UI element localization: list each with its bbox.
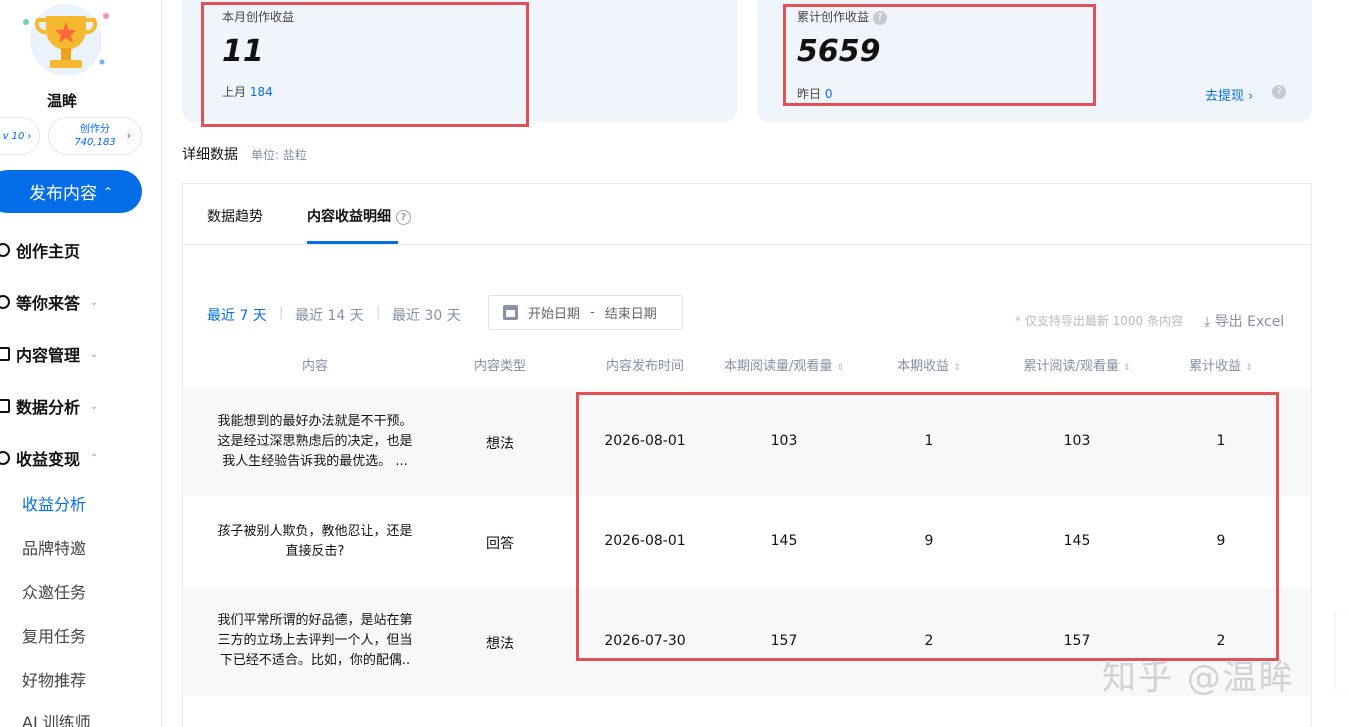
- chevron-right-icon: ›: [1248, 89, 1254, 104]
- username: 温眸: [46, 92, 77, 110]
- nav-label: 收益变现: [16, 450, 81, 469]
- chevron-down-icon: ⌄: [90, 296, 99, 308]
- sub-income-analysis[interactable]: 收益分析: [22, 491, 86, 515]
- chevron-down-icon: ⌄: [90, 348, 99, 360]
- row-type: 想法: [486, 636, 514, 652]
- row-content[interactable]: 我们平常所谓的好品德，是站在第 三方的立场上去评判一个人，但当 下已经不适合。比…: [207, 611, 423, 671]
- user-icon: [0, 243, 10, 257]
- detail-unit: 单位: 盐粒: [251, 148, 307, 162]
- row-content[interactable]: 我能想到的最好办法就是不干预。 这是经过深思熟虑后的决定，也是 我人生经验告诉我…: [207, 412, 423, 472]
- filter-divider: |: [376, 305, 381, 320]
- end-date: 结束日期: [604, 307, 657, 322]
- score-value: 740,183: [74, 137, 116, 148]
- trophy-icon: [23, 4, 109, 76]
- chart-icon: [0, 399, 10, 413]
- sort-icon: ⇕: [1245, 363, 1253, 373]
- sub-brand-invite[interactable]: 品牌特邀: [22, 535, 86, 559]
- sort-icon: ⇕: [953, 363, 961, 373]
- nav-label: 等你来答: [16, 294, 81, 313]
- column-header-date: 内容发布时间: [605, 359, 684, 374]
- start-date: 开始日期: [528, 307, 581, 322]
- chevron-right-icon: ›: [126, 129, 131, 142]
- watermark: 知乎 @温眸: [1102, 658, 1295, 698]
- date-range-picker[interactable]: 开始日期 - 结束日期: [488, 295, 683, 330]
- pen-icon: [0, 295, 10, 309]
- money-icon: [0, 451, 10, 465]
- column-header-reads[interactable]: 本期阅读量/观看量 ⇕: [713, 355, 855, 374]
- column-header-content: 内容: [301, 359, 328, 374]
- filter-7-days[interactable]: 最近 7 天: [207, 305, 267, 325]
- tab-content-income[interactable]: 内容收益明细 ?: [307, 206, 411, 226]
- nav-label: 内容管理: [16, 346, 81, 365]
- sub-crowd-task[interactable]: 众邀任务: [22, 579, 86, 603]
- sub-goods-recommend[interactable]: 好物推荐: [22, 667, 86, 691]
- sort-icon: ⇕: [836, 363, 845, 373]
- filter-divider: |: [279, 305, 284, 320]
- sub-reuse-task[interactable]: 复用任务: [22, 623, 86, 647]
- chevron-up-icon: ⌃: [90, 452, 99, 464]
- filter-14-days[interactable]: 最近 14 天: [295, 305, 364, 325]
- document-icon: [0, 347, 10, 361]
- date-separator: -: [590, 305, 595, 320]
- row-type: 回答: [486, 536, 514, 552]
- calendar-icon: [503, 305, 518, 320]
- chevron-down-icon: ⌄: [90, 400, 99, 412]
- highlight-box: [783, 4, 1096, 106]
- nav-waiting-answers[interactable]: 等你来答 ⌄: [0, 289, 98, 315]
- nav-creator-home[interactable]: 创作主页: [0, 237, 80, 263]
- score-pill[interactable]: 创作分 740,183 ›: [48, 117, 142, 155]
- withdraw-link[interactable]: 去提现 ›: [1205, 85, 1253, 104]
- level-pill[interactable]: v 10 ›: [0, 117, 40, 155]
- nav-label: 数据分析: [16, 398, 81, 417]
- publish-label: 发布内容: [28, 184, 97, 204]
- highlight-box: [201, 2, 529, 127]
- export-excel-button[interactable]: ⤓ 导出 Excel: [1204, 311, 1284, 331]
- download-icon: ⤓: [1204, 314, 1211, 330]
- detail-title: 详细数据: [182, 147, 238, 163]
- level-label: v 10: [2, 130, 25, 142]
- nav-data-analysis[interactable]: 数据分析 ⌄: [0, 393, 98, 419]
- chevron-updown-icon: ⌃: [102, 184, 114, 199]
- row-content[interactable]: 孩子被别人欺负，教他忍让，还是 直接反击?: [207, 522, 423, 562]
- nav-label: 创作主页: [16, 242, 81, 261]
- tab-bar: 数据趋势 内容收益明细 ?: [183, 184, 1311, 245]
- tab-data-trend[interactable]: 数据趋势: [207, 206, 263, 226]
- export-note: * 仅支持导出最新 1000 条内容: [1015, 314, 1183, 328]
- sort-icon: ⇕: [1122, 363, 1131, 373]
- publish-button[interactable]: 发布内容 ⌃: [0, 170, 142, 213]
- score-label: 创作分: [80, 124, 110, 135]
- help-icon[interactable]: ?: [395, 209, 411, 225]
- side-float-panel: [1336, 612, 1349, 690]
- sidebar: 温眸 v 10 › 创作分 740,183 › 发布内容 ⌃ 创作主页 等你来答…: [0, 0, 162, 727]
- nav-monetize[interactable]: 收益变现 ⌃: [0, 445, 98, 471]
- filter-30-days[interactable]: 最近 30 天: [392, 305, 461, 325]
- column-header-type: 内容类型: [473, 359, 526, 374]
- nav-content-manage[interactable]: 内容管理 ⌄: [0, 341, 98, 367]
- help-icon[interactable]: ?: [1272, 85, 1286, 99]
- row-type: 想法: [486, 436, 514, 452]
- tab-underline: [307, 241, 398, 244]
- column-header-income[interactable]: 本期收益 ⇕: [883, 355, 975, 374]
- highlight-box: [576, 392, 1279, 661]
- sub-ai-trainer[interactable]: AI 训练师: [22, 709, 91, 727]
- table-row[interactable]: [183, 696, 1311, 727]
- column-header-total-reads[interactable]: 累计阅读/观看量 ⇕: [1013, 355, 1141, 374]
- column-header-total-income[interactable]: 累计收益 ⇕: [1179, 355, 1263, 374]
- chevron-right-icon: ›: [27, 130, 32, 142]
